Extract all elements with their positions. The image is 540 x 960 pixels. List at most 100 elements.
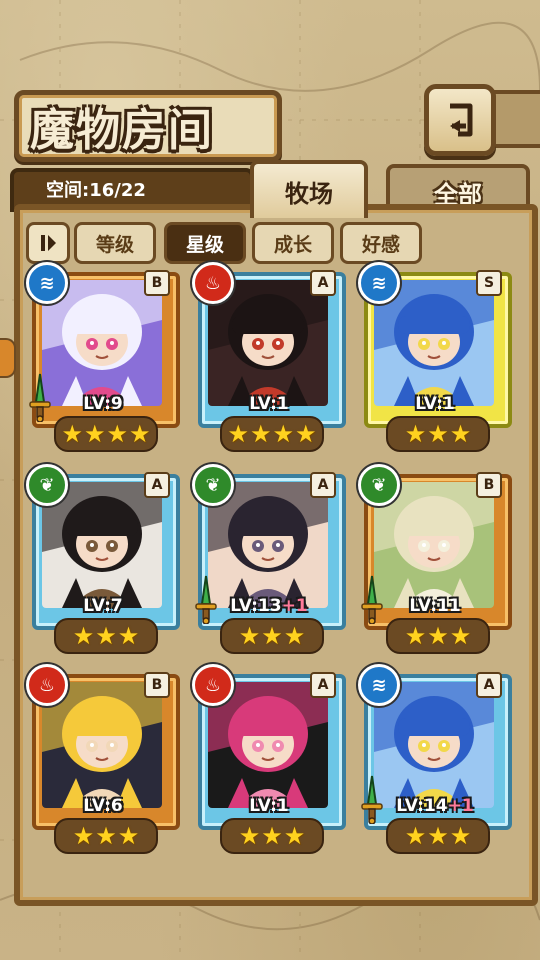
star-rating: ★ ★ ★: [220, 818, 324, 854]
rank-badge: A: [476, 672, 502, 698]
tab-farm-label: 牧场: [285, 179, 333, 208]
sort-label: 等级: [95, 233, 134, 256]
rank-badge: S: [476, 270, 502, 296]
star-icon: ★: [238, 622, 261, 650]
monster-card[interactable]: B ❦ LV:11 ★ ★ ★: [358, 464, 512, 654]
sort-button-affection[interactable]: 好感: [340, 222, 422, 264]
sort-label: 好感: [361, 233, 400, 256]
monster-card[interactable]: A ♨ LV:1 ★ ★ ★: [192, 664, 346, 854]
star-icon: ★: [249, 420, 272, 448]
star-icon: ★: [449, 420, 472, 448]
level-value: LV:6: [83, 796, 123, 816]
star-icon: ★: [261, 822, 283, 850]
star-icon: ★: [83, 420, 106, 448]
star-icon: ★: [95, 822, 117, 850]
star-icon: ★: [72, 822, 95, 850]
rank-badge: B: [476, 472, 502, 498]
star-icon: ★: [427, 822, 449, 850]
wood-element-icon: ❦: [192, 464, 234, 506]
star-icon: ★: [404, 420, 427, 448]
level-value: LV:1: [415, 394, 455, 414]
level-label: LV:9: [28, 394, 178, 414]
star-icon: ★: [72, 622, 95, 650]
rank-badge: B: [144, 672, 170, 698]
level-value: LV:11: [409, 596, 461, 616]
star-rating: ★ ★ ★: [386, 618, 490, 654]
star-icon: ★: [117, 822, 140, 850]
water-element-icon: ≋: [26, 262, 68, 304]
star-icon: ★: [95, 622, 117, 650]
star-icon: ★: [117, 622, 140, 650]
level-value: LV:7: [83, 596, 123, 616]
rank-badge: A: [310, 472, 336, 498]
star-icon: ★: [261, 622, 283, 650]
wood-element-icon: ❦: [358, 464, 400, 506]
scroll-left-handle[interactable]: [0, 338, 16, 378]
star-icon: ★: [427, 420, 449, 448]
star-icon: ★: [295, 420, 317, 448]
return-arrow-icon: [450, 103, 473, 137]
star-icon: ★: [272, 420, 295, 448]
sort-label: 星级: [185, 233, 224, 256]
level-value: LV:1: [249, 394, 289, 414]
fire-element-icon: ♨: [26, 664, 68, 706]
water-element-icon: ≋: [358, 664, 400, 706]
level-label: LV:7: [28, 596, 178, 616]
water-element-icon: ≋: [358, 262, 400, 304]
star-rating: ★ ★ ★: [386, 416, 490, 452]
star-icon: ★: [227, 420, 249, 448]
monster-card[interactable]: A ❦ LV:13+1 ★ ★ ★: [192, 464, 346, 654]
star-rating: ★ ★ ★: [220, 618, 324, 654]
star-icon: ★: [449, 622, 472, 650]
rank-badge: A: [310, 270, 336, 296]
star-icon: ★: [129, 420, 151, 448]
monster-card[interactable]: B ♨ LV:6 ★ ★ ★: [26, 664, 180, 854]
rank-badge: B: [144, 270, 170, 296]
star-icon: ★: [427, 622, 449, 650]
star-icon: ★: [283, 822, 306, 850]
level-value: LV:1: [249, 796, 289, 816]
monster-card[interactable]: A ❦ LV:7 ★ ★ ★: [26, 464, 180, 654]
monster-card[interactable]: B ≋ LV:9 ★ ★ ★ ★: [26, 262, 180, 452]
pause-icon[interactable]: [26, 222, 70, 264]
back-button[interactable]: [424, 84, 496, 156]
star-icon: ★: [404, 622, 427, 650]
sort-label: 成长: [273, 233, 312, 256]
level-value: LV:14: [396, 796, 448, 816]
page-title: 魔物房间: [30, 105, 214, 156]
level-label: LV:6: [28, 796, 178, 816]
monster-card[interactable]: A ≋ LV:14+1 ★ ★ ★: [358, 664, 512, 854]
star-rating: ★ ★ ★ ★: [54, 416, 158, 452]
star-rating: ★ ★ ★: [54, 818, 158, 854]
level-label: LV:13+1: [194, 596, 344, 616]
space-counter: 空间:16/22: [46, 180, 146, 201]
fire-element-icon: ♨: [192, 664, 234, 706]
star-icon: ★: [106, 420, 129, 448]
sort-button-level[interactable]: 等级: [74, 222, 156, 264]
star-icon: ★: [404, 822, 427, 850]
level-label: LV:11: [360, 596, 510, 616]
sort-button-growth[interactable]: 成长: [252, 222, 334, 264]
level-label: LV:1: [194, 796, 344, 816]
star-rating: ★ ★ ★ ★: [220, 416, 324, 452]
level-bonus: +1: [447, 796, 474, 816]
star-icon: ★: [238, 822, 261, 850]
star-icon: ★: [283, 622, 306, 650]
wood-element-icon: ❦: [26, 464, 68, 506]
sort-button-star[interactable]: 星级: [164, 222, 246, 264]
star-rating: ★ ★ ★: [386, 818, 490, 854]
monster-card[interactable]: S ≋ LV:1 ★ ★ ★: [358, 262, 512, 452]
rank-badge: A: [144, 472, 170, 498]
tab-farm[interactable]: 牧场: [250, 160, 368, 218]
level-value: LV:13: [230, 596, 282, 616]
level-label: LV:1: [360, 394, 510, 414]
fire-element-icon: ♨: [192, 262, 234, 304]
star-icon: ★: [61, 420, 83, 448]
star-rating: ★ ★ ★: [54, 618, 158, 654]
monster-card[interactable]: A ♨ LV:1 ★ ★ ★ ★: [192, 262, 346, 452]
level-label: LV:14+1: [360, 796, 510, 816]
level-value: LV:9: [83, 394, 123, 414]
level-bonus: +1: [281, 596, 308, 616]
rank-badge: A: [310, 672, 336, 698]
level-label: LV:1: [194, 394, 344, 414]
